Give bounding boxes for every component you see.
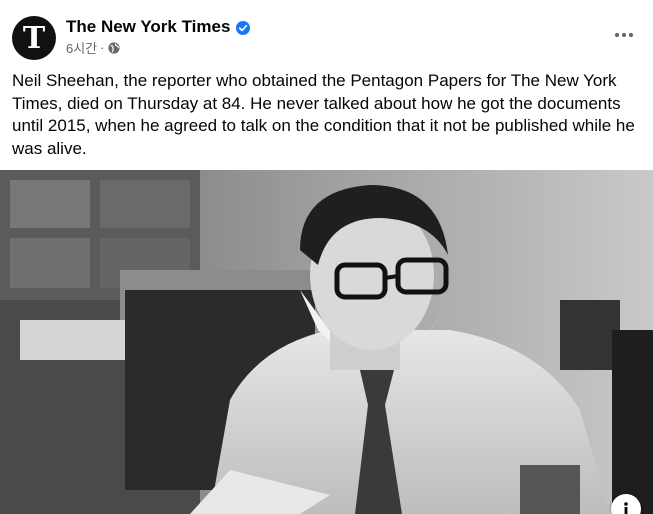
- verified-badge-icon: [236, 20, 251, 35]
- page-avatar[interactable]: T: [12, 16, 56, 60]
- globe-icon[interactable]: [107, 41, 120, 54]
- meta-separator: ·: [100, 40, 105, 55]
- more-options-icon[interactable]: [611, 22, 637, 48]
- avatar-logo: T: [22, 20, 46, 56]
- page-name-row: The New York Times: [66, 17, 251, 37]
- page-name-link[interactable]: The New York Times: [66, 17, 230, 37]
- post-caption: Neil Sheehan, the reporter who obtained …: [12, 71, 635, 158]
- post-meta: 6시간 ·: [66, 38, 120, 57]
- photo-illustration: [0, 170, 653, 514]
- post-photo[interactable]: [0, 170, 653, 514]
- post-header: T The New York Times 6시간 ·: [0, 0, 653, 66]
- feed-post: T The New York Times 6시간 · Neil Sheehan,…: [0, 0, 653, 514]
- post-timestamp-link[interactable]: 6시간: [66, 38, 97, 57]
